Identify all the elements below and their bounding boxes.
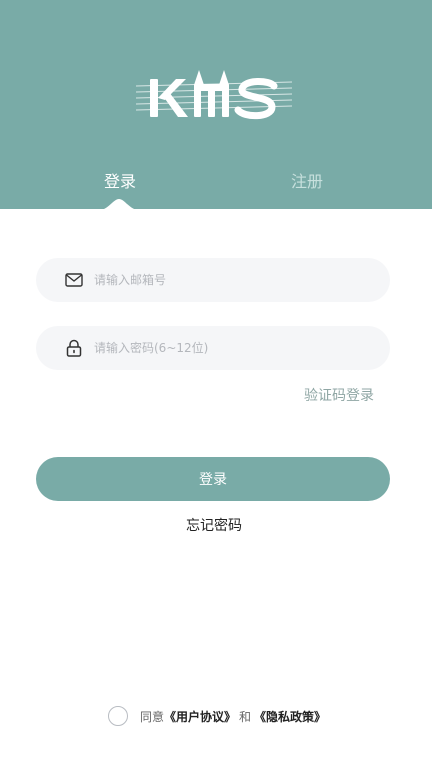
agreement-row: 同意 《用户协议》 和 《隐私政策》 (108, 705, 326, 727)
login-screen: 登录 注册 验证码登录 登录 忘记密码 同意 《用户协议》 (0, 0, 432, 768)
active-tab-indicator (96, 199, 142, 211)
agreement-conjunction: 和 (239, 709, 252, 724)
header-banner: 登录 注册 (0, 0, 432, 211)
kms-logo-graphic (135, 70, 293, 120)
lock-icon (64, 338, 84, 358)
code-login-link[interactable]: 验证码登录 (304, 385, 374, 407)
password-input[interactable] (94, 328, 364, 368)
kms-logo (132, 62, 300, 126)
tab-register[interactable]: 注册 (267, 170, 347, 194)
user-agreement-link[interactable]: 《用户协议》 (164, 708, 236, 725)
password-field[interactable] (36, 326, 390, 370)
login-button[interactable]: 登录 (36, 457, 390, 501)
forgot-password-link[interactable]: 忘记密码 (0, 515, 428, 537)
email-input[interactable] (94, 260, 364, 300)
agreement-checkbox[interactable] (108, 706, 128, 726)
privacy-policy-link[interactable]: 《隐私政策》 (254, 708, 326, 725)
email-field[interactable] (36, 258, 390, 302)
mail-icon (64, 270, 84, 290)
tab-login[interactable]: 登录 (80, 170, 160, 194)
agreement-prefix: 同意 (140, 709, 165, 724)
